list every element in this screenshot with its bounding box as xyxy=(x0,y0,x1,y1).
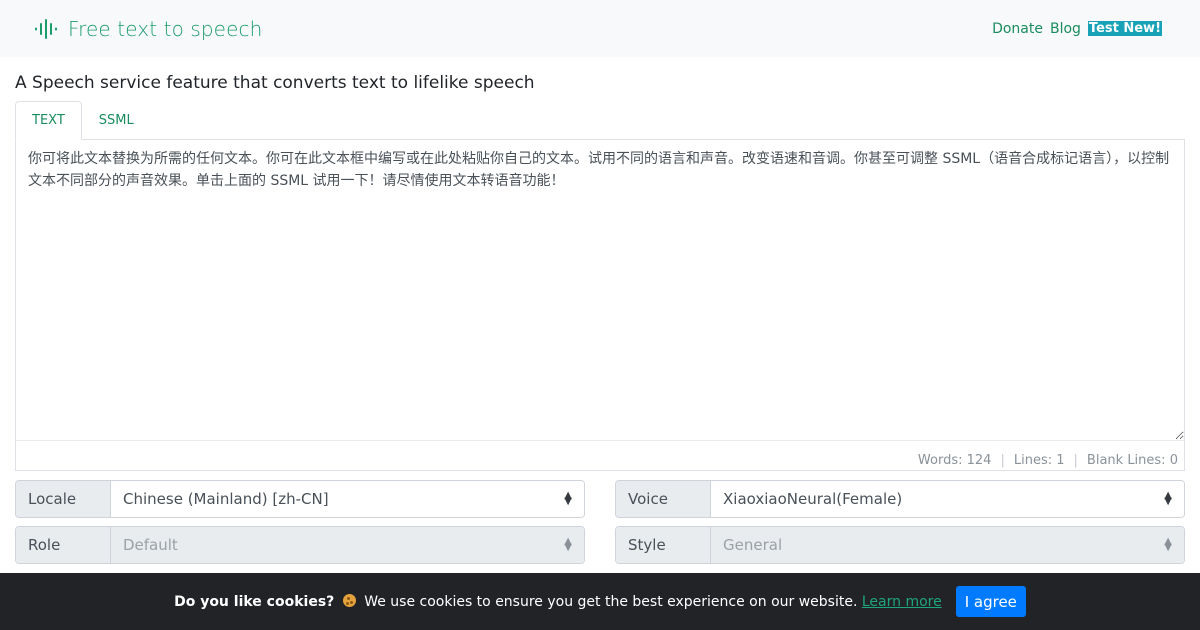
nav-links: Donate Blog Test New! xyxy=(992,21,1162,37)
style-label: Style xyxy=(616,527,711,563)
voice-value: XiaoxiaoNeural(Female) xyxy=(723,490,903,508)
learn-more-link[interactable]: Learn more xyxy=(862,594,942,610)
select-arrows-icon: ▲ ▼ xyxy=(564,490,572,507)
settings-grid: Locale Chinese (Mainland) [zh-CN] ▲ ▼ Rol… xyxy=(15,480,1185,564)
stats-divider: | xyxy=(1000,453,1005,468)
tab-text[interactable]: TEXT xyxy=(15,101,82,140)
style-select[interactable]: General ▲ ▼ xyxy=(711,527,1184,563)
role-value: Default xyxy=(123,536,178,554)
sound-wave-icon xyxy=(35,18,57,39)
settings-left: Locale Chinese (Mainland) [zh-CN] ▲ ▼ Rol… xyxy=(15,480,585,564)
words-label: Words: xyxy=(917,453,963,468)
tab-ssml[interactable]: SSML xyxy=(82,101,151,140)
lines-count: 1 xyxy=(1056,453,1065,468)
settings-right: Voice XiaoxiaoNeural(Female) ▲ ▼ Style Ge… xyxy=(615,480,1185,564)
voice-select[interactable]: XiaoxiaoNeural(Female) ▲ ▼ xyxy=(711,481,1184,517)
stats-divider: | xyxy=(1073,453,1078,468)
lines-label: Lines: xyxy=(1013,453,1053,468)
locale-value: Chinese (Mainland) [zh-CN] xyxy=(123,490,329,508)
locale-label: Locale xyxy=(16,481,111,517)
voice-group: Voice XiaoxiaoNeural(Female) ▲ ▼ xyxy=(615,480,1185,518)
style-group: Style General ▲ ▼ xyxy=(615,526,1185,564)
brand[interactable]: Free text to speech xyxy=(34,17,262,41)
locale-group: Locale Chinese (Mainland) [zh-CN] ▲ ▼ xyxy=(15,480,585,518)
text-editor: Words: 124 | Lines: 1 | Blank Lines: 0 xyxy=(15,140,1185,471)
donate-link[interactable]: Donate xyxy=(992,21,1043,37)
blog-link[interactable]: Blog xyxy=(1050,21,1081,37)
cookie-banner: Do you like cookies? We use cookies to e… xyxy=(0,573,1200,630)
select-arrows-icon: ▲ ▼ xyxy=(1164,536,1172,553)
brand-title: Free text to speech xyxy=(68,16,263,41)
cookie-message-wrap: Do you like cookies? We use cookies to e… xyxy=(174,593,942,610)
select-arrows-icon: ▲ ▼ xyxy=(1164,490,1172,507)
text-input[interactable] xyxy=(16,140,1184,441)
voice-label: Voice xyxy=(616,481,711,517)
cookie-message: We use cookies to ensure you get the bes… xyxy=(364,593,858,610)
role-label: Role xyxy=(16,527,111,563)
text-stats: Words: 124 | Lines: 1 | Blank Lines: 0 xyxy=(16,446,1184,475)
select-arrows-icon: ▲ ▼ xyxy=(564,536,572,553)
test-new-link[interactable]: Test New! xyxy=(1087,21,1162,36)
blank-lines-label: Blank Lines: xyxy=(1086,453,1166,468)
blank-lines-count: 0 xyxy=(1169,453,1178,468)
role-select[interactable]: Default ▲ ▼ xyxy=(111,527,584,563)
style-value: General xyxy=(723,536,783,554)
role-group: Role Default ▲ ▼ xyxy=(15,526,585,564)
cookie-icon xyxy=(342,593,356,607)
cookie-title: Do you like cookies? xyxy=(174,593,335,610)
locale-select[interactable]: Chinese (Mainland) [zh-CN] ▲ ▼ xyxy=(111,481,584,517)
main-content: A Speech service feature that converts t… xyxy=(0,73,1200,564)
navbar: Free text to speech Donate Blog Test New… xyxy=(0,0,1200,57)
page-headline: A Speech service feature that converts t… xyxy=(15,73,535,93)
words-count: 124 xyxy=(966,453,992,468)
agree-button[interactable]: I agree xyxy=(955,586,1026,617)
editor-tabs: TEXT SSML xyxy=(15,101,1185,140)
